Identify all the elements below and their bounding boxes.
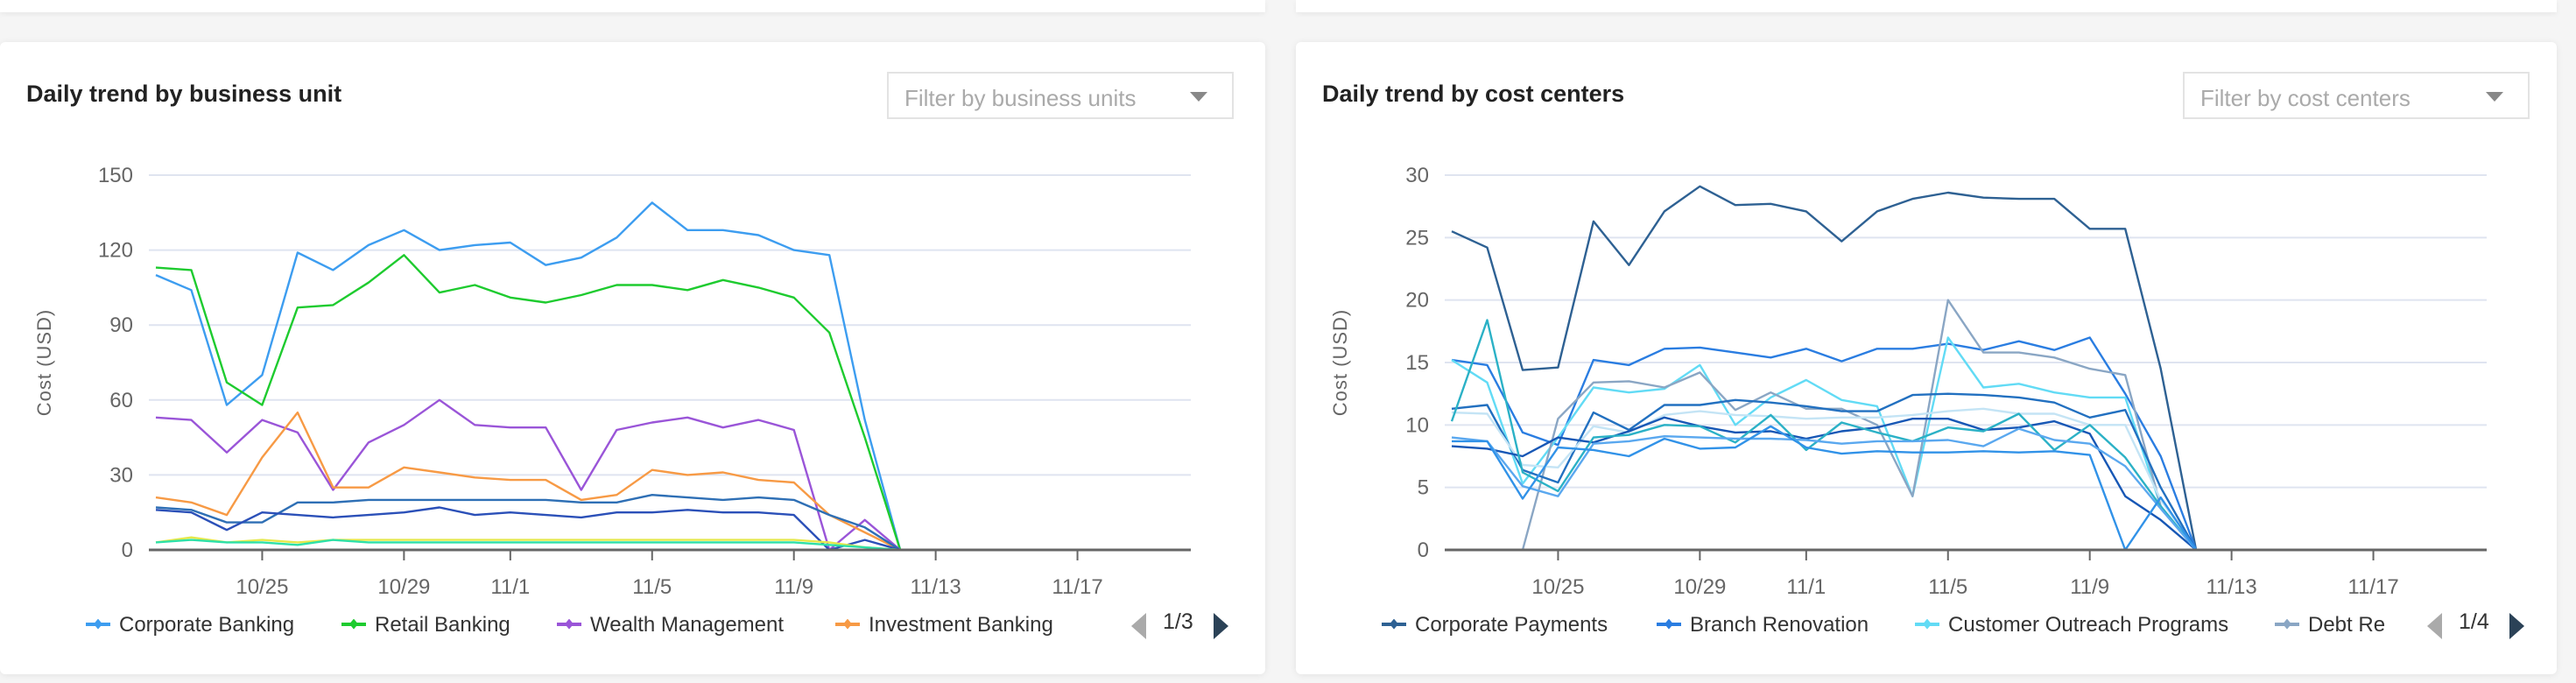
series-line (155, 411, 1184, 552)
y-tick-label: 5 (1418, 476, 1429, 500)
x-tick-label: 10/29 (1673, 575, 1726, 599)
legend-label: Customer Outreach Programs (1948, 613, 2229, 637)
y-tick-label: 30 (109, 463, 133, 487)
legend-label: Wealth Management (590, 613, 785, 637)
series-line (1450, 319, 2480, 552)
x-tick-label: 11/5 (1928, 575, 1967, 599)
legend-next-page-icon[interactable] (1214, 613, 1228, 639)
cost-center-chart: Cost (USD) 0 5 10 15 20 25 30 10/25 10/29 11/1 11/5… (1329, 164, 2487, 599)
y-tick-label: 120 (98, 239, 133, 263)
y-tick-label: 90 (109, 313, 133, 337)
legend-marker-icon (1915, 622, 1939, 626)
x-tick-label: 11/17 (2347, 575, 2398, 599)
chart-legend: Corporate Banking Retail Banking Wealth … (0, 602, 1265, 646)
y-axis-label: Cost (USD) (1329, 309, 1351, 416)
legend-label: Branch Renovation (1690, 613, 1869, 637)
x-tick-label: 11/17 (1052, 575, 1102, 599)
legend-item[interactable]: Customer Outreach Programs (1915, 613, 2228, 637)
legend-marker-icon (1657, 622, 1681, 626)
legend-item[interactable]: Investment Banking (835, 613, 1053, 637)
legend-prev-page-icon[interactable] (1131, 613, 1146, 639)
legend-marker-icon (2275, 622, 2299, 626)
y-tick-label: 20 (1405, 289, 1429, 313)
y-tick-label: 60 (109, 389, 133, 412)
series-line (1451, 427, 2480, 552)
chart-legend: Corporate Payments Branch Renovation Cus… (1296, 602, 2557, 646)
legend-marker-icon (341, 622, 366, 626)
series-line (1451, 392, 2480, 552)
legend-marker-icon (557, 622, 581, 626)
top-card-right-edge (1296, 0, 2557, 12)
top-card-left-edge (0, 0, 1265, 12)
x-tick-label: 10/25 (1531, 575, 1584, 599)
legend-next-page-icon[interactable] (2509, 613, 2524, 639)
y-tick-label: 0 (122, 539, 133, 562)
business-unit-chart: Cost (USD) 0 30 60 90 120 150 10/25 10/29 11/1 11/… (33, 164, 1191, 599)
legend-item[interactable]: Corporate Banking (86, 613, 294, 637)
x-tick-label: 11/9 (2070, 575, 2109, 599)
legend-item[interactable]: Retail Banking (341, 613, 510, 637)
series-line (155, 201, 1184, 552)
x-tick-label: 10/25 (236, 575, 288, 599)
legend-item[interactable]: Branch Renovation (1657, 613, 1869, 637)
legend-label: Debt Re (2308, 613, 2386, 637)
y-tick-label: 10 (1405, 413, 1429, 437)
legend-label: Retail Banking (375, 613, 510, 637)
y-tick-label: 25 (1405, 226, 1429, 250)
legend-marker-icon (1382, 622, 1406, 626)
legend-page-indicator: 1/4 (2459, 609, 2489, 634)
legend-page-indicator: 1/3 (1163, 609, 1193, 634)
y-tick-label: 30 (1405, 164, 1429, 187)
legend-label: Investment Banking (869, 613, 1053, 637)
legend-item[interactable]: Debt Re (2275, 613, 2385, 637)
series-line (155, 254, 1184, 552)
x-tick-label: 11/13 (910, 575, 961, 599)
legend-prev-page-icon[interactable] (2427, 613, 2442, 639)
legend-item[interactable]: Corporate Payments (1382, 613, 1608, 637)
legend-label: Corporate Banking (119, 613, 295, 637)
x-tick-label: 11/13 (2206, 575, 2256, 599)
y-axis-label: Cost (USD) (33, 309, 55, 416)
legend-marker-icon (86, 622, 110, 626)
x-tick-label: 11/1 (490, 575, 530, 599)
business-unit-card: Daily trend by business unit Filter by b… (0, 42, 1265, 674)
x-tick-label: 11/5 (632, 575, 672, 599)
y-tick-label: 150 (98, 164, 133, 187)
y-tick-label: 0 (1418, 539, 1429, 562)
series-line (1451, 185, 2480, 552)
legend-marker-icon (835, 622, 860, 626)
x-tick-label: 11/1 (1786, 575, 1826, 599)
x-tick-label: 11/9 (774, 575, 813, 599)
cost-center-card: Daily trend by cost centers Filter by co… (1296, 42, 2557, 674)
x-tick-label: 10/29 (377, 575, 430, 599)
legend-label: Corporate Payments (1415, 613, 1608, 637)
y-tick-label: 15 (1405, 351, 1429, 375)
legend-item[interactable]: Wealth Management (557, 613, 784, 637)
